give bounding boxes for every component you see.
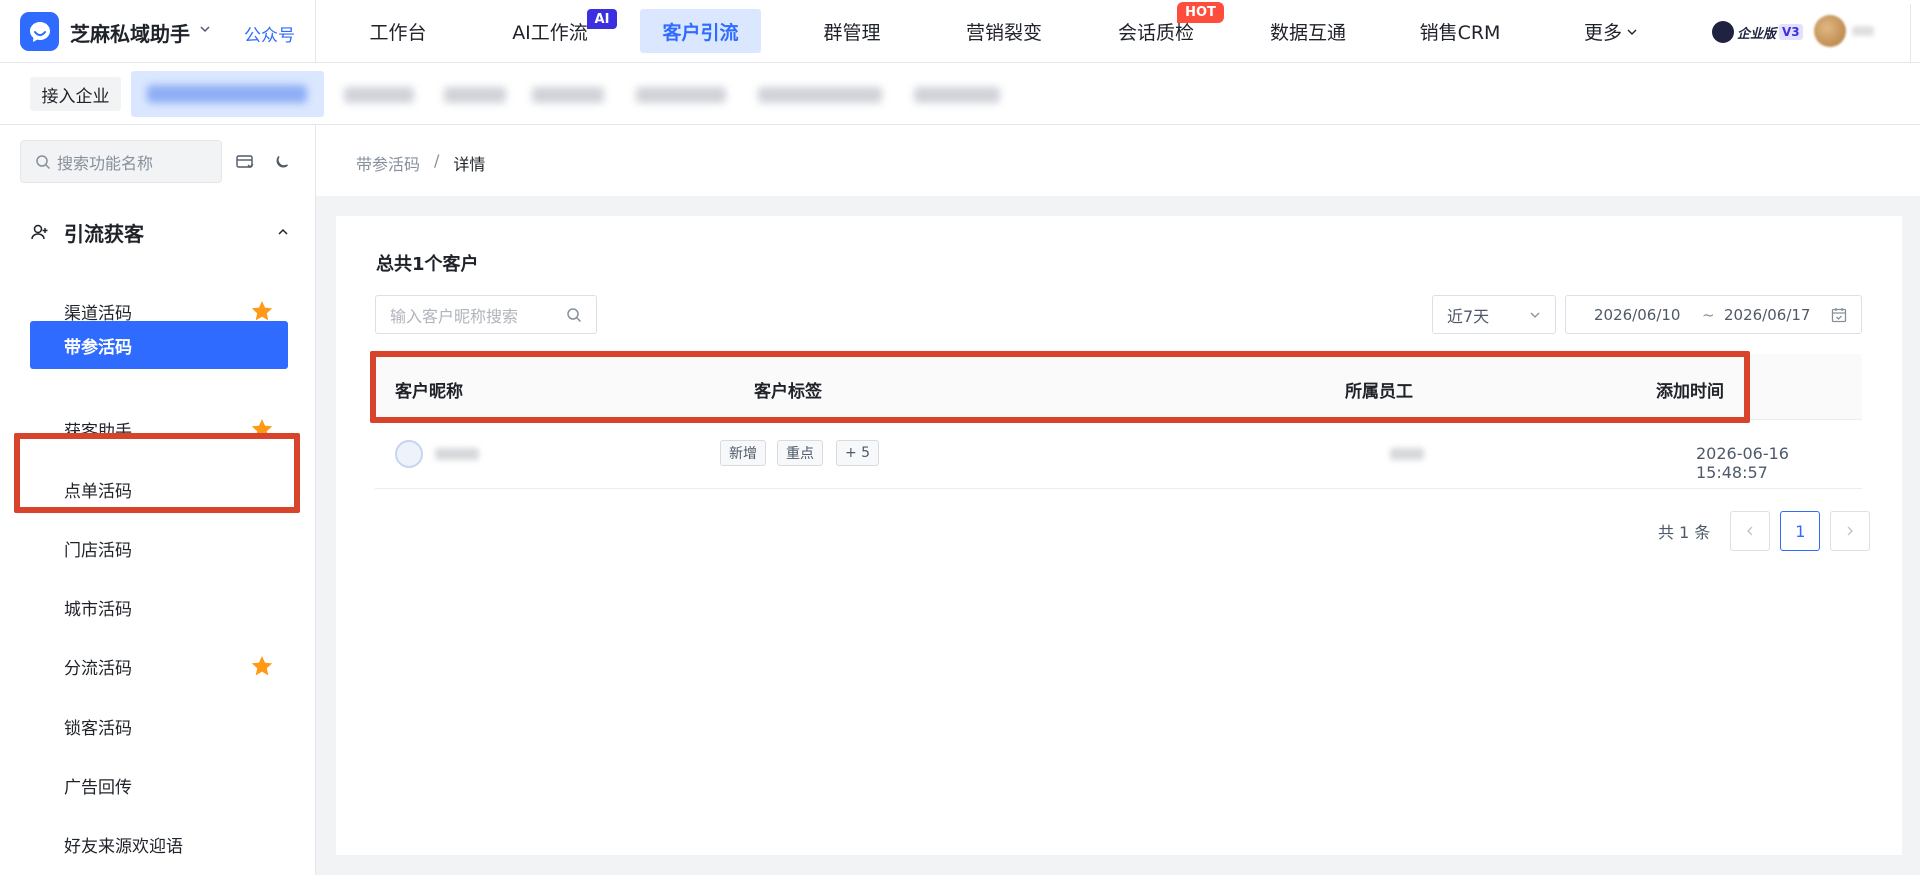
top-scroll-edge <box>1910 4 1918 62</box>
ai-badge: AI <box>587 9 617 29</box>
join-enterprise-button[interactable]: 接入企业 <box>30 77 121 111</box>
chevron-left-icon <box>1747 526 1753 536</box>
customer-avatar <box>395 440 423 468</box>
enterprise-tab-redacted[interactable] <box>758 87 882 103</box>
nav-item-workbench[interactable]: 工作台 <box>356 0 440 63</box>
hot-badge: HOT <box>1177 2 1224 23</box>
highlight-box-table-header <box>370 351 1750 423</box>
breadcrumb-separator: / <box>434 151 440 170</box>
enterprise-tab-redacted[interactable] <box>444 87 506 103</box>
page-number-button[interactable]: 1 <box>1780 511 1821 551</box>
date-start: 2026/06/10 <box>1594 306 1681 324</box>
dark-mode-icon[interactable] <box>272 152 292 172</box>
sidebar-item-city-qrcode[interactable]: 城市活码 <box>30 583 288 631</box>
date-end: 2026/06/17 <box>1724 306 1811 324</box>
added-time: 2026-06-16 15:48:57 <box>1696 444 1789 482</box>
nav-item-marketing-fission[interactable]: 营销裂变 <box>960 0 1048 63</box>
sidebar-item-ad-callback[interactable]: 广告回传 <box>30 761 288 809</box>
staff-name-redacted <box>1390 448 1424 460</box>
sidebar-search-input[interactable]: 搜索功能名称 <box>20 140 222 183</box>
date-range-picker[interactable]: 2026/06/10 ~ 2026/06/17 <box>1565 295 1862 334</box>
breadcrumb: 带参活码 / 详情 <box>356 151 485 175</box>
card-settings-icon[interactable] <box>235 152 255 172</box>
sidebar-item-store-qrcode[interactable]: 门店活码 <box>30 524 288 572</box>
enterprise-edition-badge: 企业版 V3 <box>1712 20 1803 44</box>
date-separator: ~ <box>1702 306 1715 324</box>
star-icon[interactable] <box>250 654 274 678</box>
add-user-icon <box>31 224 48 240</box>
date-range-preset-select[interactable]: 近7天 <box>1432 295 1556 334</box>
enterprise-tab-redacted[interactable] <box>636 87 726 103</box>
chevron-down-icon <box>1530 312 1540 318</box>
brand[interactable]: 芝麻私域助手 公众号 <box>0 0 316 63</box>
customer-tag: 重点 <box>777 440 823 466</box>
sidebar-item-split-qrcode[interactable]: 分流活码 <box>30 642 288 690</box>
nav-item-ai-workflow[interactable]: AI工作流 <box>500 0 600 63</box>
highlight-box-selected-item <box>14 433 300 513</box>
nav-item-more[interactable]: 更多 <box>1576 0 1646 63</box>
user-name-redacted[interactable] <box>1852 26 1874 36</box>
more-tags-toggle[interactable]: + 5 <box>836 440 880 466</box>
table-row[interactable]: 新增 重点 + 5 2026-06-16 15:48:57 <box>375 420 1862 489</box>
enterprise-logo-icon <box>1712 21 1734 43</box>
nav-item-group-management[interactable]: 群管理 <box>812 0 892 63</box>
chevron-down-icon[interactable] <box>198 22 212 36</box>
pagination-total: 共 1 条 <box>1658 523 1711 542</box>
customer-list-card: 总共1个客户 输入客户昵称搜索 近7天 2026/06/10 ~ 2026/06… <box>336 216 1902 855</box>
prev-page-button[interactable] <box>1730 511 1771 551</box>
enterprise-tabs-bar: 接入企业 <box>0 63 1920 125</box>
next-page-button[interactable] <box>1830 511 1871 551</box>
sidebar-item-lock-qrcode[interactable]: 锁客活码 <box>30 702 288 750</box>
pagination: 共 1 条 1 <box>1658 511 1871 551</box>
chevron-down-icon <box>1627 29 1637 35</box>
star-icon[interactable] <box>250 299 274 323</box>
breadcrumb-bar: 带参活码 / 详情 <box>316 125 1920 196</box>
enterprise-tab-redacted[interactable] <box>344 87 414 103</box>
calendar-icon <box>1831 308 1847 323</box>
nav-item-customer-acquisition[interactable]: 客户引流 <box>640 0 761 63</box>
breadcrumb-parent-link[interactable]: 带参活码 <box>356 151 420 175</box>
app-logo-icon <box>20 12 59 51</box>
enterprise-tab-redacted[interactable] <box>532 87 604 103</box>
search-icon <box>36 154 51 169</box>
enterprise-tab-active-redacted[interactable] <box>131 71 324 117</box>
top-nav: 芝麻私域助手 公众号 工作台 AI工作流 AI 客户引流 群管理 营销裂变 会话… <box>0 0 1920 63</box>
chevron-up-icon[interactable] <box>276 225 290 239</box>
search-icon[interactable] <box>566 307 582 323</box>
customer-tag: 新增 <box>720 440 766 466</box>
customer-nickname-search-input[interactable]: 输入客户昵称搜索 <box>375 295 597 334</box>
sidebar: 搜索功能名称 引流获客 渠道活码 带参活码 获客助手 点单活码 门店活码 城市活… <box>0 125 316 875</box>
enterprise-tab-redacted[interactable] <box>914 87 1000 103</box>
official-account-link[interactable]: 公众号 <box>244 21 295 46</box>
sidebar-item-source-welcome[interactable]: 好友来源欢迎语 <box>30 820 288 868</box>
menu-group-lead-acquisition[interactable]: 引流获客 <box>30 217 290 247</box>
chevron-right-icon <box>1847 526 1854 536</box>
nav-item-sales-crm[interactable]: 销售CRM <box>1415 0 1505 63</box>
total-customers-title: 总共1个客户 <box>376 254 479 275</box>
brand-name: 芝麻私域助手 <box>70 22 190 46</box>
sidebar-item-param-qrcode[interactable]: 带参活码 <box>30 321 288 369</box>
customer-nickname-redacted <box>435 448 479 460</box>
user-avatar[interactable] <box>1814 15 1846 47</box>
breadcrumb-current: 详情 <box>453 155 486 174</box>
nav-item-data-sync[interactable]: 数据互通 <box>1264 0 1352 63</box>
